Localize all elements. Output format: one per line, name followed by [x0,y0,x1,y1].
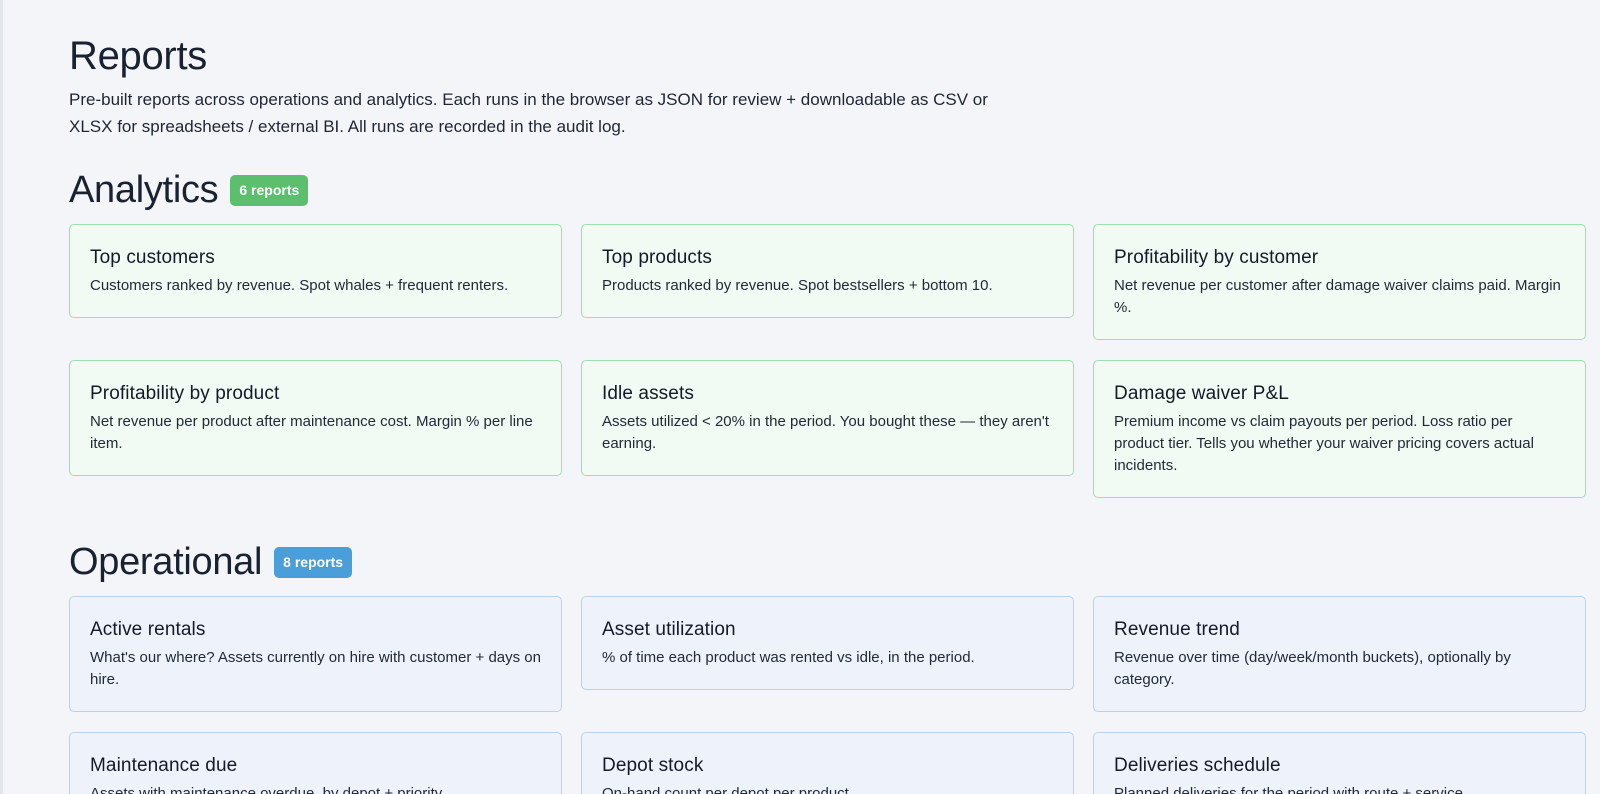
report-card-title: Top customers [90,247,215,268]
report-card-title: Damage waiver P&L [1114,383,1289,404]
operational-count-badge: 8 reports [274,546,353,578]
report-card-depot-stock[interactable]: Depot stock On-hand count per depot per … [581,732,1074,794]
report-card-profitability-by-customer[interactable]: Profitability by customer Net revenue pe… [1093,224,1586,340]
report-card-deliveries-schedule[interactable]: Deliveries schedule Planned deliveries f… [1093,732,1586,794]
operational-section-title: Operational [69,541,263,583]
reports-page: Reports Pre-built reports across operati… [69,32,1600,794]
report-card-title: Top products [602,247,712,268]
report-card-title: Active rentals [90,619,206,640]
report-card-description: Premium income vs claim payouts per peri… [1114,413,1534,474]
report-card-title: Maintenance due [90,755,238,776]
report-card-description: Assets with maintenance overdue, by depo… [90,785,446,794]
report-card-description: Planned deliveries for the period with r… [1114,785,1463,794]
report-card-description: % of time each product was rented vs idl… [602,649,975,666]
report-card-description: On-hand count per depot per product. [602,785,854,794]
report-card-damage-waiver-pl[interactable]: Damage waiver P&L Premium income vs clai… [1093,360,1586,498]
report-card-top-products[interactable]: Top products Products ranked by revenue.… [581,224,1074,318]
report-card-profitability-by-product[interactable]: Profitability by product Net revenue per… [69,360,562,476]
analytics-section-header: Analytics 6 reports [69,168,1600,212]
report-card-title: Depot stock [602,755,704,776]
report-card-title: Asset utilization [602,619,736,640]
report-card-title: Profitability by product [90,383,280,404]
report-card-description: What's our where? Assets currently on hi… [90,649,541,688]
report-card-top-customers[interactable]: Top customers Customers ranked by revenu… [69,224,562,318]
report-card-description: Revenue over time (day/week/month bucket… [1114,649,1511,688]
report-card-title: Profitability by customer [1114,247,1319,268]
report-card-description: Products ranked by revenue. Spot bestsel… [602,277,993,294]
report-card-title: Deliveries schedule [1114,755,1281,776]
report-card-title: Revenue trend [1114,619,1240,640]
analytics-section-title: Analytics [69,169,219,211]
report-card-description: Net revenue per product after maintenanc… [90,413,533,452]
report-card-description: Net revenue per customer after damage wa… [1114,277,1561,316]
report-card-description: Assets utilized < 20% in the period. You… [602,413,1049,452]
report-card-title: Idle assets [602,383,694,404]
analytics-report-grid: Top customers Customers ranked by revenu… [69,224,1600,498]
report-card-description: Customers ranked by revenue. Spot whales… [90,277,509,294]
page-title: Reports [69,34,207,78]
report-card-revenue-trend[interactable]: Revenue trend Revenue over time (day/wee… [1093,596,1586,712]
analytics-count-badge: 6 reports [230,174,309,206]
report-card-active-rentals[interactable]: Active rentals What's our where? Assets … [69,596,562,712]
operational-section-header: Operational 8 reports [69,540,1600,584]
report-card-idle-assets[interactable]: Idle assets Assets utilized < 20% in the… [581,360,1074,476]
report-card-maintenance-due[interactable]: Maintenance due Assets with maintenance … [69,732,562,794]
report-card-asset-utilization[interactable]: Asset utilization % of time each product… [581,596,1074,690]
operational-report-grid: Active rentals What's our where? Assets … [69,596,1600,794]
page-description: Pre-built reports across operations and … [69,90,988,136]
